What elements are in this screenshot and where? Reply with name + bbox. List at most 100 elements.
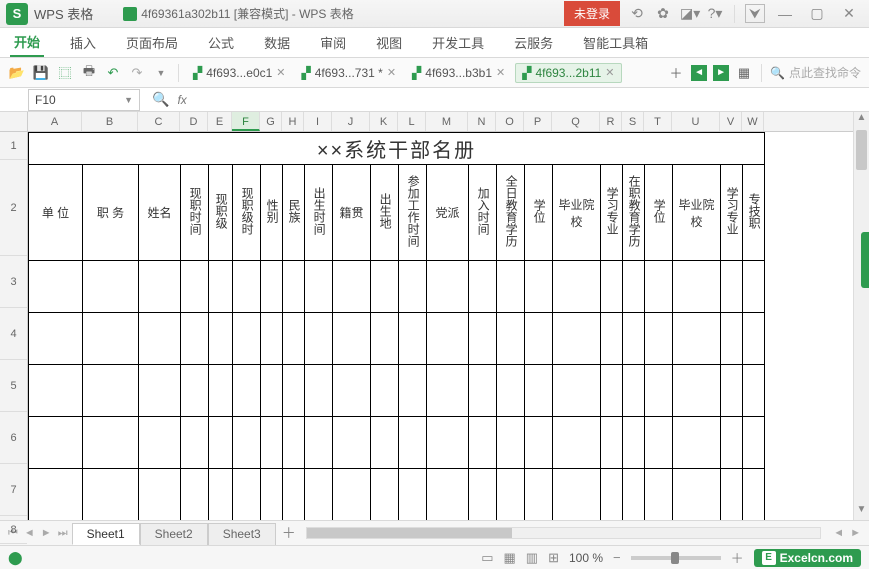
cell[interactable]: [497, 313, 525, 365]
select-all-corner[interactable]: [0, 112, 28, 132]
cell[interactable]: [601, 417, 623, 469]
save-icon[interactable]: 💾: [32, 65, 50, 81]
column-headers[interactable]: ABCDEFGHIJKLMNOPQRSTUVW: [28, 112, 853, 132]
close-tab-icon[interactable]: ✕: [605, 66, 614, 79]
zoom-knob[interactable]: [671, 552, 679, 564]
cell[interactable]: [601, 313, 623, 365]
row-3[interactable]: 3: [0, 256, 27, 308]
layout-view-icon[interactable]: ⊞: [548, 550, 559, 566]
menu-审阅[interactable]: 审阅: [316, 29, 350, 56]
cell[interactable]: [469, 417, 497, 469]
new-tab-button[interactable]: ＋: [667, 63, 685, 82]
skin-dropdown-icon[interactable]: ◪▾: [680, 5, 698, 22]
cell[interactable]: [497, 261, 525, 313]
cell[interactable]: [233, 261, 261, 313]
header-cell-21[interactable]: 学习专业: [721, 165, 743, 261]
cell[interactable]: [83, 313, 139, 365]
open-icon[interactable]: 📂: [8, 65, 26, 81]
cell[interactable]: [645, 469, 673, 521]
cell[interactable]: [371, 469, 399, 521]
cell[interactable]: [469, 365, 497, 417]
col-G[interactable]: G: [260, 112, 282, 131]
row-7[interactable]: 7: [0, 464, 27, 516]
col-A[interactable]: A: [28, 112, 82, 131]
sheet-title-cell[interactable]: ××系统干部名册: [29, 133, 765, 165]
header-cell-13[interactable]: 加入时间: [469, 165, 497, 261]
data-table[interactable]: ××系统干部名册单 位职 务姓名现职时间现职级现职级时性别民族出生时间籍贯出生地…: [28, 132, 765, 520]
cell[interactable]: [261, 261, 283, 313]
horizontal-scroll-thumb[interactable]: [307, 528, 512, 538]
menu-云服务[interactable]: 云服务: [510, 29, 557, 56]
cell[interactable]: [673, 469, 721, 521]
col-B[interactable]: B: [82, 112, 138, 131]
cell[interactable]: [553, 417, 601, 469]
cell[interactable]: [29, 365, 83, 417]
header-cell-14[interactable]: 全日教育学历: [497, 165, 525, 261]
doc-tab-1[interactable]: ▞4f693...731 *✕: [296, 64, 403, 82]
reading-view-icon[interactable]: ▭: [481, 550, 493, 566]
collapse-ribbon-icon[interactable]: ⮟: [745, 4, 765, 23]
formula-input[interactable]: [193, 89, 869, 111]
cell[interactable]: [427, 365, 469, 417]
cell[interactable]: [139, 313, 181, 365]
cell[interactable]: [261, 469, 283, 521]
cell[interactable]: [497, 417, 525, 469]
header-cell-18[interactable]: 在职教育学历: [623, 165, 645, 261]
help-dropdown-icon[interactable]: ?▾: [706, 5, 724, 22]
tab-prev-button[interactable]: ◄: [691, 65, 707, 81]
horizontal-scrollbar[interactable]: [306, 527, 821, 539]
cell[interactable]: [645, 417, 673, 469]
header-cell-17[interactable]: 学习专业: [601, 165, 623, 261]
cell[interactable]: [553, 261, 601, 313]
header-cell-8[interactable]: 出生时间: [305, 165, 333, 261]
col-P[interactable]: P: [524, 112, 552, 131]
col-T[interactable]: T: [644, 112, 672, 131]
cell[interactable]: [209, 313, 233, 365]
vertical-scrollbar[interactable]: ▲ ▼: [853, 112, 869, 520]
cell[interactable]: [29, 417, 83, 469]
cell[interactable]: [233, 417, 261, 469]
cell[interactable]: [233, 469, 261, 521]
header-cell-0[interactable]: 单 位: [29, 165, 83, 261]
zoom-out-button[interactable]: −: [613, 550, 621, 565]
scroll-down-icon[interactable]: ▼: [854, 504, 869, 520]
cell[interactable]: [399, 469, 427, 521]
cell[interactable]: [261, 313, 283, 365]
row-1[interactable]: 1: [0, 132, 27, 160]
cell[interactable]: [743, 469, 765, 521]
zoom-lens-icon[interactable]: 🔍: [152, 91, 169, 108]
header-cell-16[interactable]: 毕业院校: [553, 165, 601, 261]
close-button[interactable]: ✕: [837, 5, 861, 22]
cell[interactable]: [83, 469, 139, 521]
cell[interactable]: [333, 261, 371, 313]
sheet-tab-Sheet1[interactable]: Sheet1: [72, 523, 140, 545]
cell[interactable]: [209, 469, 233, 521]
col-O[interactable]: O: [496, 112, 524, 131]
header-cell-20[interactable]: 毕业院校: [673, 165, 721, 261]
col-V[interactable]: V: [720, 112, 742, 131]
hscroll-right-icon[interactable]: ►: [848, 527, 863, 539]
cell[interactable]: [469, 313, 497, 365]
col-H[interactable]: H: [282, 112, 304, 131]
side-panel-handle[interactable]: [861, 232, 869, 288]
undo-icon[interactable]: ↶: [104, 65, 122, 81]
cell[interactable]: [623, 417, 645, 469]
redo-icon[interactable]: ↷: [128, 65, 146, 81]
cell[interactable]: [721, 417, 743, 469]
more-dropdown-icon[interactable]: ▼: [152, 68, 170, 78]
col-D[interactable]: D: [180, 112, 208, 131]
close-tab-icon[interactable]: ✕: [496, 66, 505, 79]
col-E[interactable]: E: [208, 112, 232, 131]
cell[interactable]: [283, 417, 305, 469]
header-cell-19[interactable]: 学位: [645, 165, 673, 261]
menu-数据[interactable]: 数据: [260, 29, 294, 56]
header-cell-6[interactable]: 性别: [261, 165, 283, 261]
cell[interactable]: [553, 469, 601, 521]
cell[interactable]: [601, 365, 623, 417]
header-cell-3[interactable]: 现职时间: [181, 165, 209, 261]
cell[interactable]: [623, 365, 645, 417]
header-cell-10[interactable]: 出生地: [371, 165, 399, 261]
row-8[interactable]: 8: [0, 516, 27, 544]
header-cell-7[interactable]: 民族: [283, 165, 305, 261]
cell[interactable]: [645, 365, 673, 417]
